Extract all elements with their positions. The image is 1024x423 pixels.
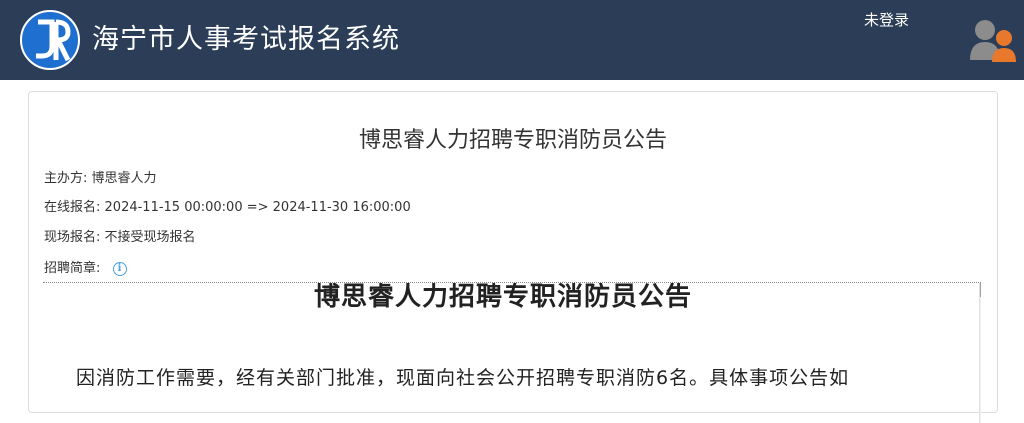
document-title: 博思睿人力招聘专职消防员公告 <box>313 282 692 312</box>
jr-logo-icon <box>20 10 80 70</box>
brief-row: 招聘简章: i <box>44 260 127 278</box>
info-icon[interactable]: i <box>112 261 127 276</box>
brief-document-frame[interactable]: 博思睿人力招聘专职消防员公告 因消防工作需要，经有关部门批准，现面向社会公开招聘… <box>43 282 981 423</box>
onsite-registration-row: 现场报名: 不接受现场报名 <box>44 229 196 247</box>
brief-label: 招聘简章: <box>44 261 101 276</box>
onsite-registration-value: 不接受现场报名 <box>104 230 196 245</box>
document-paragraph: 因消防工作需要，经有关部门批准，现面向社会公开招聘专职消防6名。具体事项公告如 <box>76 367 850 389</box>
top-header-bar: 海宁市人事考试报名系统 未登录 <box>0 0 1024 80</box>
app-title: 海宁市人事考试报名系统 <box>92 24 400 55</box>
scroll-up-arrow-icon[interactable] <box>980 283 981 297</box>
onsite-registration-label: 现场报名: <box>44 230 101 245</box>
notice-title: 博思睿人力招聘专职消防员公告 <box>358 128 667 153</box>
online-registration-value: 2024-11-15 00:00:00 => 2024-11-30 16:00:… <box>104 200 411 215</box>
organizer-value: 博思睿人力 <box>91 171 157 186</box>
notice-panel: 博思睿人力招聘专职消防员公告 主办方: 博思睿人力 在线报名: 2024-11-… <box>28 91 998 423</box>
login-link[interactable]: 未登录 <box>864 9 909 31</box>
document-scrollbar[interactable] <box>979 283 981 423</box>
online-registration-label: 在线报名: <box>44 200 101 215</box>
organizer-row: 主办方: 博思睿人力 <box>44 170 157 188</box>
organizer-label: 主办方: <box>44 171 88 186</box>
user-group-icon[interactable] <box>968 16 1020 64</box>
online-registration-row: 在线报名: 2024-11-15 00:00:00 => 2024-11-30 … <box>44 199 411 217</box>
